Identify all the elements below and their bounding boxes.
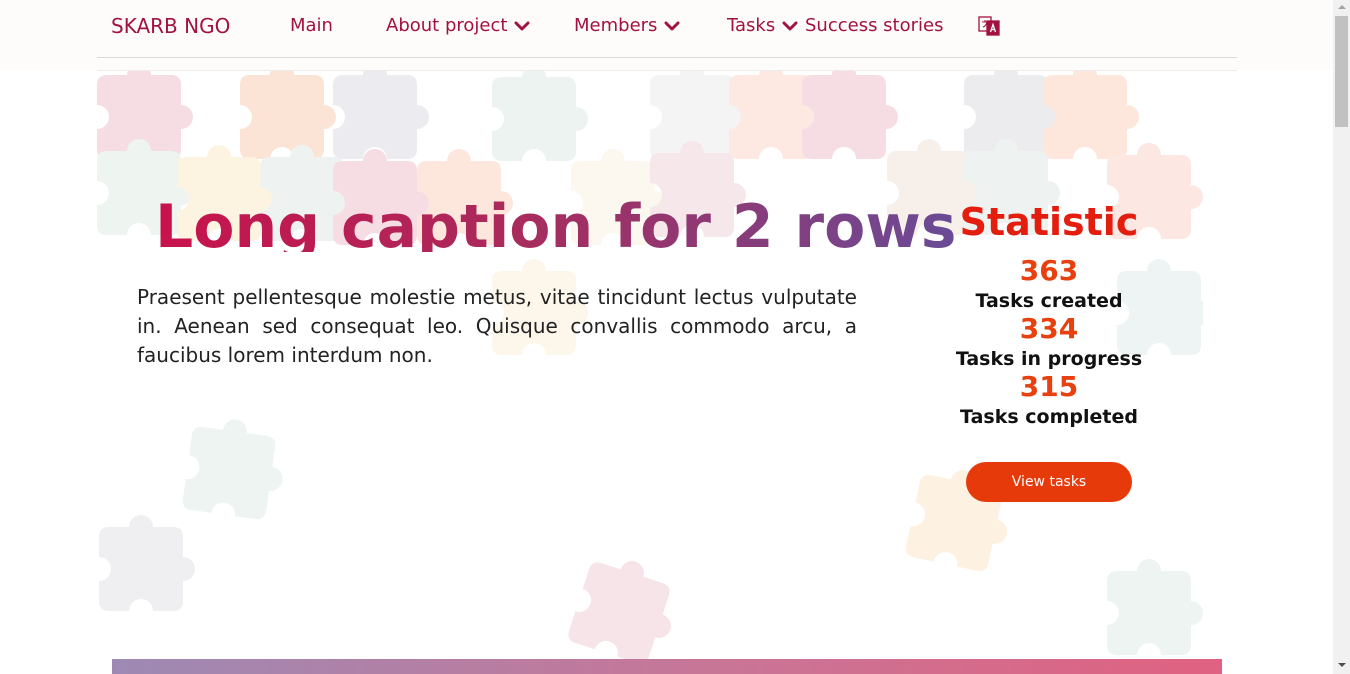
header-divider-lower (97, 70, 1237, 71)
stat-value: 334 (1019, 312, 1079, 345)
page: SKARB NGO Main About project Members Tas… (0, 0, 1350, 674)
nav-item-label: Success stories (805, 15, 944, 36)
statistic-title: Statistic (959, 200, 1139, 244)
page-scrollbar[interactable] (1333, 0, 1350, 674)
nav-item-members[interactable]: Members (574, 15, 680, 36)
scroll-up-icon[interactable] (1333, 0, 1350, 14)
nav-item-label: Members (574, 15, 658, 36)
view-tasks-button[interactable]: View tasks (966, 462, 1132, 502)
stat-label: Tasks completed (960, 406, 1138, 428)
brand-logo-text[interactable]: SKARB NGO (111, 14, 230, 38)
stat-label: Tasks created (975, 290, 1123, 312)
chevron-down-icon (782, 18, 798, 34)
scroll-down-icon[interactable] (1333, 658, 1350, 672)
translate-icon[interactable] (978, 15, 1000, 37)
stat-value: 363 (1019, 254, 1079, 287)
nav-item-success-stories[interactable]: Success stories (805, 15, 943, 36)
nav-item-tasks[interactable]: Tasks (727, 15, 798, 36)
stat-label: Tasks in progress (955, 348, 1143, 370)
header-divider (97, 57, 1237, 58)
nav-item-main[interactable]: Main (290, 15, 333, 36)
stat-value: 315 (1019, 370, 1079, 403)
section-gradient-strip (112, 659, 1222, 674)
nav-item-about-project[interactable]: About project (386, 15, 530, 36)
nav-item-label: Main (290, 15, 333, 36)
scroll-thumb[interactable] (1335, 16, 1348, 127)
hero-text: Praesent pellentesque molestie metus, vi… (137, 285, 857, 367)
chevron-down-icon (664, 18, 680, 34)
page-title: Long caption for 2 rows (155, 186, 956, 252)
chevron-down-icon (514, 18, 530, 34)
nav-item-label: Tasks (727, 15, 776, 36)
nav-item-label: About project (386, 15, 508, 36)
